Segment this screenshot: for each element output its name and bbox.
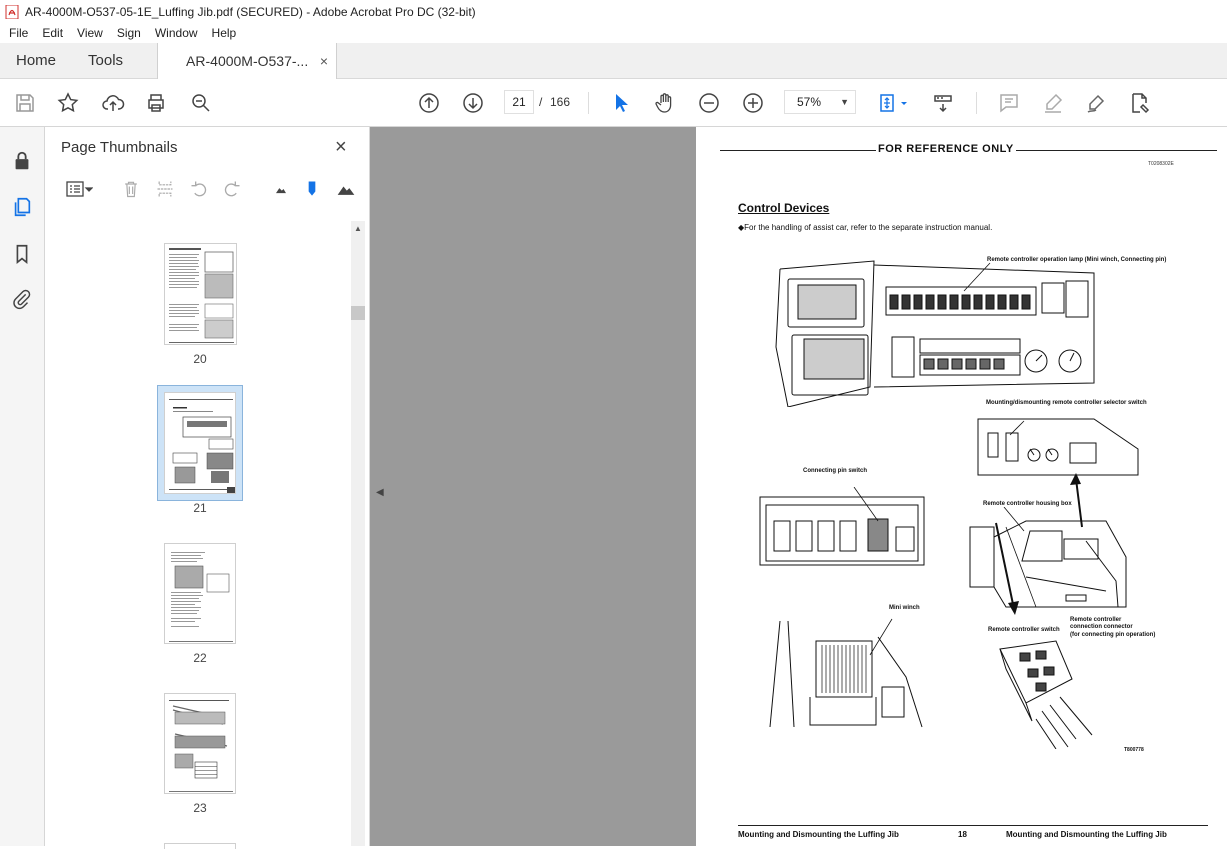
tab-document-label: AR-4000M-O537-... xyxy=(186,53,309,69)
connecting-pin-switch-illustration xyxy=(759,487,925,566)
thumbnail-label-23: 23 xyxy=(193,801,207,815)
dashboard-illustration xyxy=(775,260,1095,407)
acrobat-icon xyxy=(5,4,19,19)
upload-icon[interactable] xyxy=(100,90,126,116)
tab-home[interactable]: Home xyxy=(0,43,72,78)
zoom-value: 57% xyxy=(797,95,822,109)
total-pages: 166 xyxy=(550,95,571,109)
caption-connecting-pin-switch: Connecting pin switch xyxy=(803,468,867,474)
thumbnail-larger-icon[interactable] xyxy=(333,177,359,201)
remote-controller-illustration xyxy=(999,640,1093,749)
footer-right: Mounting and Dismounting the Luffing Jib xyxy=(1006,830,1167,839)
extract-page-icon[interactable] xyxy=(153,177,177,201)
menu-view[interactable]: View xyxy=(72,26,108,40)
pointer-arrows xyxy=(995,473,1083,615)
panel-title: Page Thumbnails xyxy=(61,139,178,156)
previous-page-icon[interactable] xyxy=(416,90,442,116)
hand-tool-icon[interactable] xyxy=(652,90,678,116)
scroll-mode-icon[interactable] xyxy=(930,90,956,116)
menu-help[interactable]: Help xyxy=(207,26,242,40)
thumbnail-preview xyxy=(169,700,233,792)
chevron-down-icon: ▼ xyxy=(840,97,849,107)
thumbnail-page-20[interactable] xyxy=(164,243,237,345)
thumbnail-scrollbar[interactable]: ▲ xyxy=(351,221,365,846)
tab-bar: Home Tools AR-4000M-O537-... × xyxy=(0,43,1227,79)
footer-page-number: 18 xyxy=(958,830,967,839)
page-separator: / xyxy=(539,95,543,109)
thumbnail-label-21: 21 xyxy=(193,501,207,515)
reference-title: FOR REFERENCE ONLY xyxy=(876,143,1016,155)
toolbar: 21 / 166 57% ▼ xyxy=(0,80,1227,127)
page-thumbnails-panel: Page Thumbnails × 20 21 22 23 ▲ xyxy=(45,127,370,849)
menu-bar: File Edit View Sign Window Help xyxy=(0,23,1227,43)
options-menu-icon[interactable] xyxy=(59,177,99,201)
close-panel-icon[interactable]: × xyxy=(335,136,347,159)
lock-icon[interactable] xyxy=(10,149,34,173)
caption-connection-connector-line2: connection connector xyxy=(1070,624,1133,630)
thumbnail-marker-icon[interactable] xyxy=(300,177,324,201)
thumbnail-page-22[interactable] xyxy=(164,543,236,644)
page-thumbnails-icon[interactable] xyxy=(10,195,34,219)
menu-sign[interactable]: Sign xyxy=(112,26,146,40)
star-icon[interactable] xyxy=(55,90,81,116)
thumbnail-label-22: 22 xyxy=(193,651,207,665)
search-zoom-icon[interactable] xyxy=(188,90,214,116)
page-number-input[interactable]: 21 xyxy=(504,90,534,114)
scroll-up-icon[interactable]: ▲ xyxy=(354,224,362,233)
pdf-page: FOR REFERENCE ONLY T0208302E Control Dev… xyxy=(696,127,1227,846)
thumbnail-preview xyxy=(169,399,235,493)
rotate-left-icon[interactable] xyxy=(187,177,211,201)
rotate-right-icon[interactable] xyxy=(220,177,244,201)
fit-page-dropdown-icon[interactable] xyxy=(897,90,911,116)
caption-connection-connector-line3: (for connecting pin operation) xyxy=(1070,632,1156,638)
delete-page-icon[interactable] xyxy=(119,177,143,201)
tab-tools[interactable]: Tools xyxy=(72,43,139,78)
bookmark-icon[interactable] xyxy=(10,242,34,266)
close-tab-icon[interactable]: × xyxy=(320,53,328,69)
page-code: T0208302E xyxy=(1148,161,1174,167)
thumbnail-smaller-icon[interactable] xyxy=(269,177,293,201)
thumbnail-page-23[interactable] xyxy=(164,693,236,794)
attachment-icon[interactable] xyxy=(10,287,34,311)
thumbnail-page-next[interactable] xyxy=(164,843,236,849)
redact-icon[interactable] xyxy=(1127,90,1153,116)
footer-rule xyxy=(738,825,1208,826)
thumbnail-preview xyxy=(169,552,233,642)
next-page-icon[interactable] xyxy=(460,90,486,116)
caption-mini-winch: Mini winch xyxy=(889,605,920,611)
toolbar-divider xyxy=(588,92,589,114)
save-icon[interactable] xyxy=(12,90,38,116)
window-title: AR-4000M-O537-05-1E_Luffing Jib.pdf (SEC… xyxy=(25,4,476,19)
thumbnail-label-20: 20 xyxy=(193,352,207,366)
print-icon[interactable] xyxy=(143,90,169,116)
collapse-panel-icon[interactable]: ◀ xyxy=(376,487,384,498)
caption-selector-switch: Mounting/dismounting remote controller s… xyxy=(986,400,1147,406)
thumbnail-page-21[interactable] xyxy=(164,392,236,494)
section-note: ◆For the handling of assist car, refer t… xyxy=(738,223,993,232)
menu-window[interactable]: Window xyxy=(150,26,203,40)
select-cursor-icon[interactable] xyxy=(608,90,634,116)
menu-edit[interactable]: Edit xyxy=(37,26,68,40)
zoom-level-select[interactable]: 57% ▼ xyxy=(784,90,856,114)
toolbar-divider xyxy=(976,92,977,114)
caption-remote-switch: Remote controller switch xyxy=(988,627,1060,633)
scrollbar-thumb[interactable] xyxy=(351,306,365,320)
zoom-in-icon[interactable] xyxy=(740,90,766,116)
left-rail xyxy=(0,127,45,846)
caption-remote-lamp: Remote controller operation lamp (Mini w… xyxy=(987,257,1167,263)
comment-icon[interactable] xyxy=(996,90,1022,116)
title-bar: AR-4000M-O537-05-1E_Luffing Jib.pdf (SEC… xyxy=(0,0,1227,23)
section-title: Control Devices xyxy=(738,201,830,215)
menu-file[interactable]: File xyxy=(4,26,33,40)
mini-winch-illustration xyxy=(769,618,923,728)
sign-icon[interactable] xyxy=(1083,90,1109,116)
caption-connection-connector-line1: Remote controller xyxy=(1070,617,1122,623)
zoom-out-icon[interactable] xyxy=(696,90,722,116)
thumbnail-preview xyxy=(169,248,234,343)
figure-code: T800778 xyxy=(1124,747,1144,753)
footer-left: Mounting and Dismounting the Luffing Jib xyxy=(738,830,899,839)
highlight-pen-icon[interactable] xyxy=(1040,90,1066,116)
tab-document[interactable]: AR-4000M-O537-... × xyxy=(157,43,338,79)
